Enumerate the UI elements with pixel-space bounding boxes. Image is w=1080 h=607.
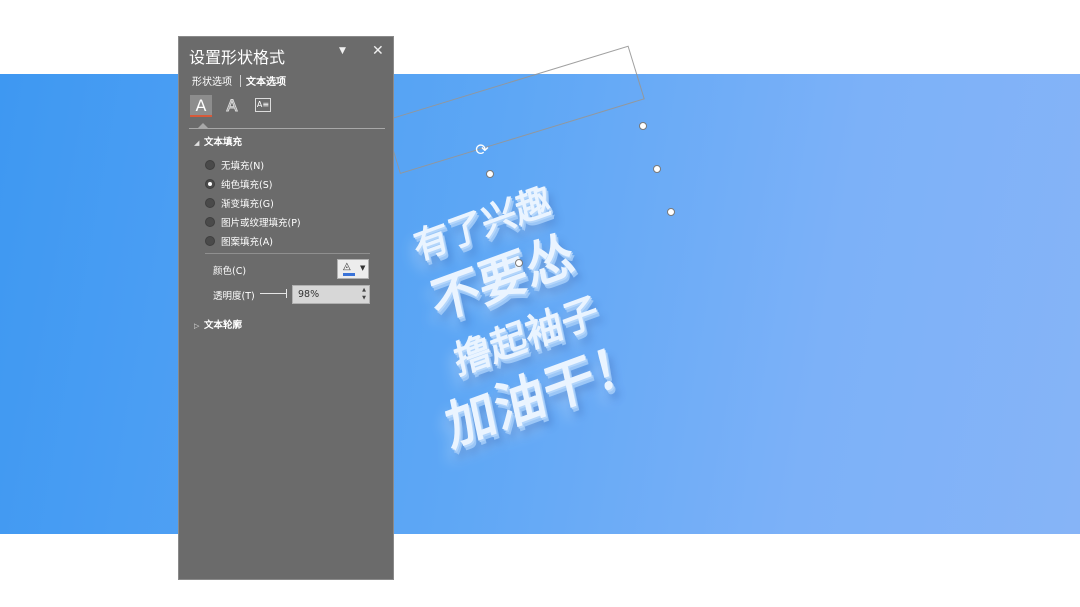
spin-down-icon[interactable]: ▼ [362,295,366,301]
slide-background: 有了兴趣 不要怂 撸起袖子 加油干！ [0,74,1080,534]
section-text-fill[interactable]: ◢ 文本填充 [194,134,242,148]
radio-indicator-checked [205,179,215,189]
radio-indicator [205,198,215,208]
color-label: 颜色(C) [213,266,247,277]
radio-picture-texture-fill[interactable]: 图片或纹理填充(P) [205,215,301,229]
radio-picture-texture-fill-label: 图片或纹理填充(P) [221,218,301,229]
expand-triangle-icon: ▷ [194,322,200,330]
fill-color-button[interactable]: ◬ ▼ [337,259,369,279]
tab-divider [240,75,241,87]
pane-divider [189,128,385,129]
section-text-outline-label: 文本轮廓 [204,320,243,331]
radio-solid-fill-label: 纯色填充(S) [221,180,273,191]
chevron-down-icon: ▼ [360,264,366,272]
resize-handle-top-right[interactable] [639,122,647,130]
transparency-slider[interactable] [260,289,287,298]
pane-options-dropdown-icon[interactable]: ▼ [339,46,346,56]
textbox-icon[interactable]: A≡ [255,98,271,112]
collapse-triangle-icon: ◢ [194,139,200,147]
radio-no-fill-label: 无填充(N) [221,161,265,172]
transparency-spinner[interactable]: 98% ▲ ▼ [292,285,370,304]
radio-solid-fill[interactable]: 纯色填充(S) [205,177,272,191]
radio-indicator [205,160,215,170]
resize-handle-bottom-right[interactable] [667,208,675,216]
radio-gradient-fill[interactable]: 渐变填充(G) [205,196,274,210]
word-art-textbox[interactable]: 有了兴趣 不要怂 撸起袖子 加油干！ [394,136,743,534]
radio-pattern-fill-label: 图案填充(A) [221,237,273,248]
transparency-label: 透明度(T) [213,291,255,302]
tab-text-options[interactable]: 文本选项 [246,73,286,88]
section-text-outline[interactable]: ▷ 文本轮廓 [194,317,242,331]
text-fill-outline-icon[interactable]: A [190,95,212,117]
resize-handle-right[interactable] [653,165,661,173]
radio-indicator [205,217,215,227]
radio-pattern-fill[interactable]: 图案填充(A) [205,234,273,248]
slider-thumb[interactable] [286,289,287,298]
pane-tabs: 形状选项 文本选项 [192,73,286,88]
radio-gradient-fill-label: 渐变填充(G) [221,199,274,210]
rotate-handle-icon[interactable]: ⟳ [474,142,490,158]
pane-title: 设置形状格式 [189,48,286,67]
resize-handle-bottom[interactable] [515,259,523,267]
color-swatch [343,273,355,276]
spin-up-icon[interactable]: ▲ [362,287,366,293]
paint-bucket-icon: ◬ [343,261,351,272]
section-text-fill-label: 文本填充 [204,137,243,148]
format-shape-pane: 设置形状格式 ▼ ✕ 形状选项 文本选项 A A A≡ ◢ 文本填充 无填充(N) … [178,36,394,580]
text-effects-icon[interactable]: A [221,95,243,117]
resize-handle-top-left[interactable] [486,170,494,178]
close-icon[interactable]: ✕ [372,43,384,59]
radio-no-fill[interactable]: 无填充(N) [205,158,264,172]
tab-shape-options[interactable]: 形状选项 [192,73,232,88]
radio-indicator [205,236,215,246]
section-divider [205,253,370,254]
transparency-value[interactable]: 98% [298,289,319,300]
